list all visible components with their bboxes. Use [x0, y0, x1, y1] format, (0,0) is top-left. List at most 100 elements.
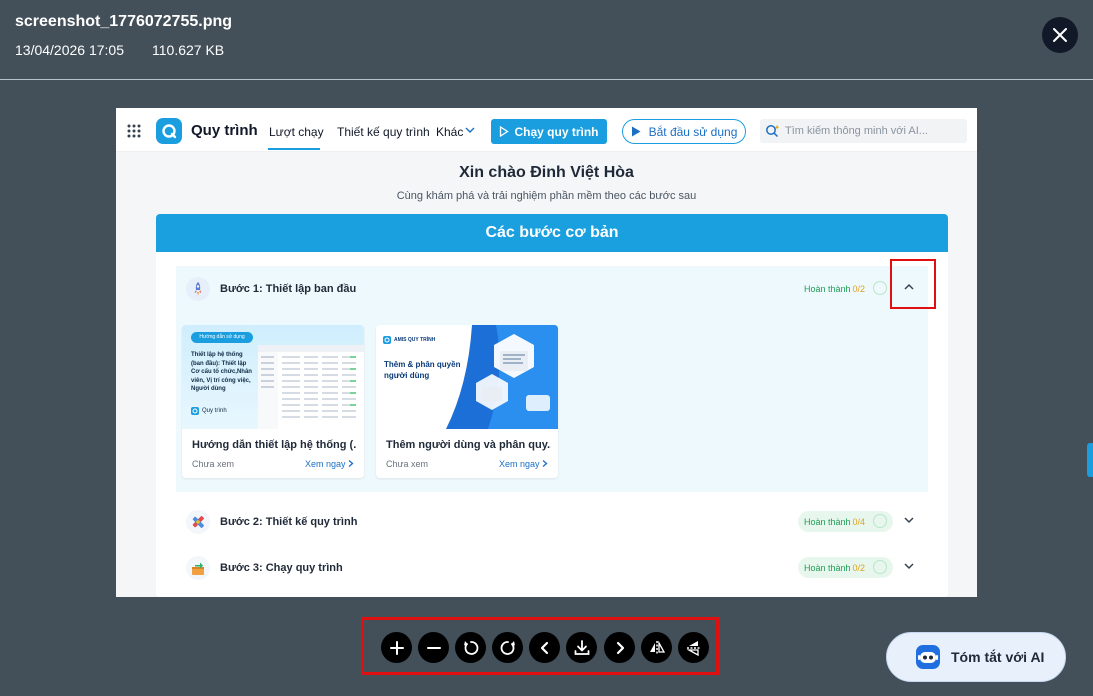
progress-ring-icon — [873, 514, 887, 528]
video-thumbnail: Hướng dẫn sử dụng Thiết lập hệ thống (ba… — [182, 325, 364, 429]
file-date: 13/04/2026 17:05 — [15, 42, 124, 58]
step-1-label: Bước 1: Thiết lập ban đầu — [220, 283, 357, 295]
welcome-subtitle: Cùng khám phá và trải nghiệm phần mềm th… — [396, 190, 697, 202]
flip-vertical-button[interactable] — [678, 632, 709, 663]
zoom-out-icon — [426, 646, 441, 649]
start-using-button[interactable]: Bắt đầu sử dụng — [622, 119, 746, 144]
flip-vertical-icon — [685, 640, 701, 656]
step-3-row[interactable]: Bước 3: Chạy quy trình Hoàn thành 0/2 — [176, 545, 928, 591]
download-icon — [574, 639, 589, 655]
prev-icon — [540, 641, 548, 654]
start-using-label: Bắt đầu sử dụng — [648, 124, 738, 139]
next-button[interactable] — [604, 632, 635, 663]
rocket-icon — [186, 277, 210, 301]
video-title: Thêm người dùng và phân quy... — [386, 439, 551, 451]
zoom-in-button[interactable] — [381, 632, 412, 663]
highlight-annotation — [890, 259, 936, 309]
chevron-down-icon — [465, 127, 475, 133]
step-3-done-label: Hoàn thành — [804, 562, 851, 573]
next-icon — [616, 641, 624, 654]
flip-horizontal-button[interactable] — [641, 632, 672, 663]
progress-ring-icon — [873, 560, 887, 574]
apps-grid-icon[interactable] — [127, 124, 141, 138]
welcome-title: Xin chào Đinh Việt Hòa — [459, 164, 634, 181]
play-icon — [631, 126, 641, 137]
thumb-text: Thêm & phân quyền người dùng — [384, 360, 461, 380]
video-status: Chưa xem — [386, 459, 429, 469]
play-outline-icon — [500, 126, 510, 137]
video-title: Hướng dẫn thiết lập hệ thống (... — [192, 439, 357, 451]
video-status: Chưa xem — [192, 459, 235, 469]
rotate-left-icon — [463, 640, 478, 655]
thumb-brand-label: AMIS QUY TRÌNH — [394, 337, 436, 343]
nav-tab-design[interactable]: Thiết kế quy trình — [337, 125, 430, 139]
step-1-panel: Bước 1: Thiết lập ban đầu Hoàn thành 0/2… — [176, 266, 928, 492]
rotate-right-button[interactable] — [492, 632, 523, 663]
thumb-brand: Quy trình — [191, 407, 227, 415]
step-3-label: Bước 3: Chạy quy trình — [220, 562, 343, 574]
progress-ring-icon — [873, 281, 887, 295]
nav-tab-runs[interactable]: Lượt chạy — [269, 125, 324, 139]
thumb-tag: Hướng dẫn sử dụng — [191, 332, 253, 343]
app-name: Quy trình — [191, 122, 258, 139]
design-tools-icon — [186, 510, 210, 534]
download-button[interactable] — [566, 632, 597, 663]
rotate-right-icon — [500, 640, 515, 655]
zoom-out-button[interactable] — [418, 632, 449, 663]
step-1-progress: Hoàn thành 0/2 — [798, 278, 893, 299]
package-icon — [186, 556, 210, 580]
rotate-left-button[interactable] — [455, 632, 486, 663]
thumb-brand: AMIS QUY TRÌNH — [383, 336, 435, 344]
step-1-done-label: Hoàn thành — [804, 283, 851, 294]
image-preview: Quy trình Lượt chạy Thiết kế quy trình K… — [116, 108, 977, 597]
video-card-setup[interactable]: Hướng dẫn sử dụng Thiết lập hệ thống (ba… — [182, 325, 364, 478]
steps-card: Các bước cơ bản Bước 1: Thiết lập ban đầ… — [156, 214, 948, 597]
close-button[interactable] — [1042, 17, 1078, 53]
app-logo-icon — [156, 118, 182, 144]
video-thumbnail: AMIS QUY TRÌNH Thêm & phân quyền người d… — [376, 325, 558, 429]
file-size: 110.627 KB — [152, 42, 225, 58]
ai-summary-label: Tóm tắt với AI — [951, 649, 1045, 665]
file-name: screenshot_1776072755.png — [15, 13, 233, 30]
run-process-label: Chạy quy trình — [514, 124, 599, 139]
video-card-users[interactable]: AMIS QUY TRÌNH Thêm & phân quyền người d… — [376, 325, 558, 478]
thumb-brand-label: Quy trình — [202, 408, 227, 414]
app-logo-icon — [191, 407, 199, 415]
step-3-done-frac: 0/2 — [852, 562, 866, 573]
step-2-label: Bước 2: Thiết kế quy trình — [220, 516, 358, 528]
step-1-done-frac: 0/2 — [852, 283, 866, 294]
step-1-row[interactable]: Bước 1: Thiết lập ban đầu Hoàn thành 0/2 — [176, 266, 928, 312]
flip-horizontal-icon — [649, 639, 665, 655]
robot-icon — [916, 645, 940, 669]
steps-header: Các bước cơ bản — [156, 214, 948, 252]
side-panel-tab[interactable] — [1087, 443, 1093, 477]
chevron-right-icon — [348, 460, 354, 467]
thumb-text: Thiết lập hệ thống (ban đầu): Thiết lập … — [191, 352, 252, 392]
watch-now-label: Xem ngay — [304, 459, 346, 469]
watch-now-link[interactable]: Xem ngay — [305, 459, 354, 469]
active-tab-indicator — [268, 148, 320, 150]
nav-tab-other[interactable]: Khác — [436, 125, 463, 139]
ai-search-placeholder: Tìm kiếm thông minh với AI... — [785, 125, 928, 137]
step-3-progress: Hoàn thành 0/2 — [798, 557, 893, 578]
spreadsheet-preview — [258, 345, 364, 429]
run-process-button[interactable]: Chạy quy trình — [491, 119, 607, 144]
viewer-header: screenshot_1776072755.png 13/04/2026 17:… — [0, 0, 1093, 80]
chevron-right-icon — [542, 460, 548, 467]
watch-now-label: Xem ngay — [498, 459, 540, 469]
close-icon — [1053, 28, 1067, 42]
amis-logo-icon — [383, 336, 391, 344]
chevron-down-icon[interactable] — [904, 516, 914, 524]
chevron-down-icon[interactable] — [904, 562, 914, 570]
previous-button[interactable] — [529, 632, 560, 663]
step-2-done-label: Hoàn thành — [804, 516, 851, 527]
ai-search-icon — [766, 125, 780, 138]
watch-now-link[interactable]: Xem ngay — [499, 459, 548, 469]
step-2-done-frac: 0/4 — [852, 516, 866, 527]
zoom-in-icon — [389, 640, 404, 655]
ai-summary-button[interactable]: Tóm tắt với AI — [886, 632, 1066, 682]
ai-search-input[interactable]: Tìm kiếm thông minh với AI... — [760, 119, 967, 143]
step-2-progress: Hoàn thành 0/4 — [798, 511, 893, 532]
step-2-row[interactable]: Bước 2: Thiết kế quy trình Hoàn thành 0/… — [176, 499, 928, 545]
app-topbar: Quy trình Lượt chạy Thiết kế quy trình K… — [116, 108, 977, 152]
